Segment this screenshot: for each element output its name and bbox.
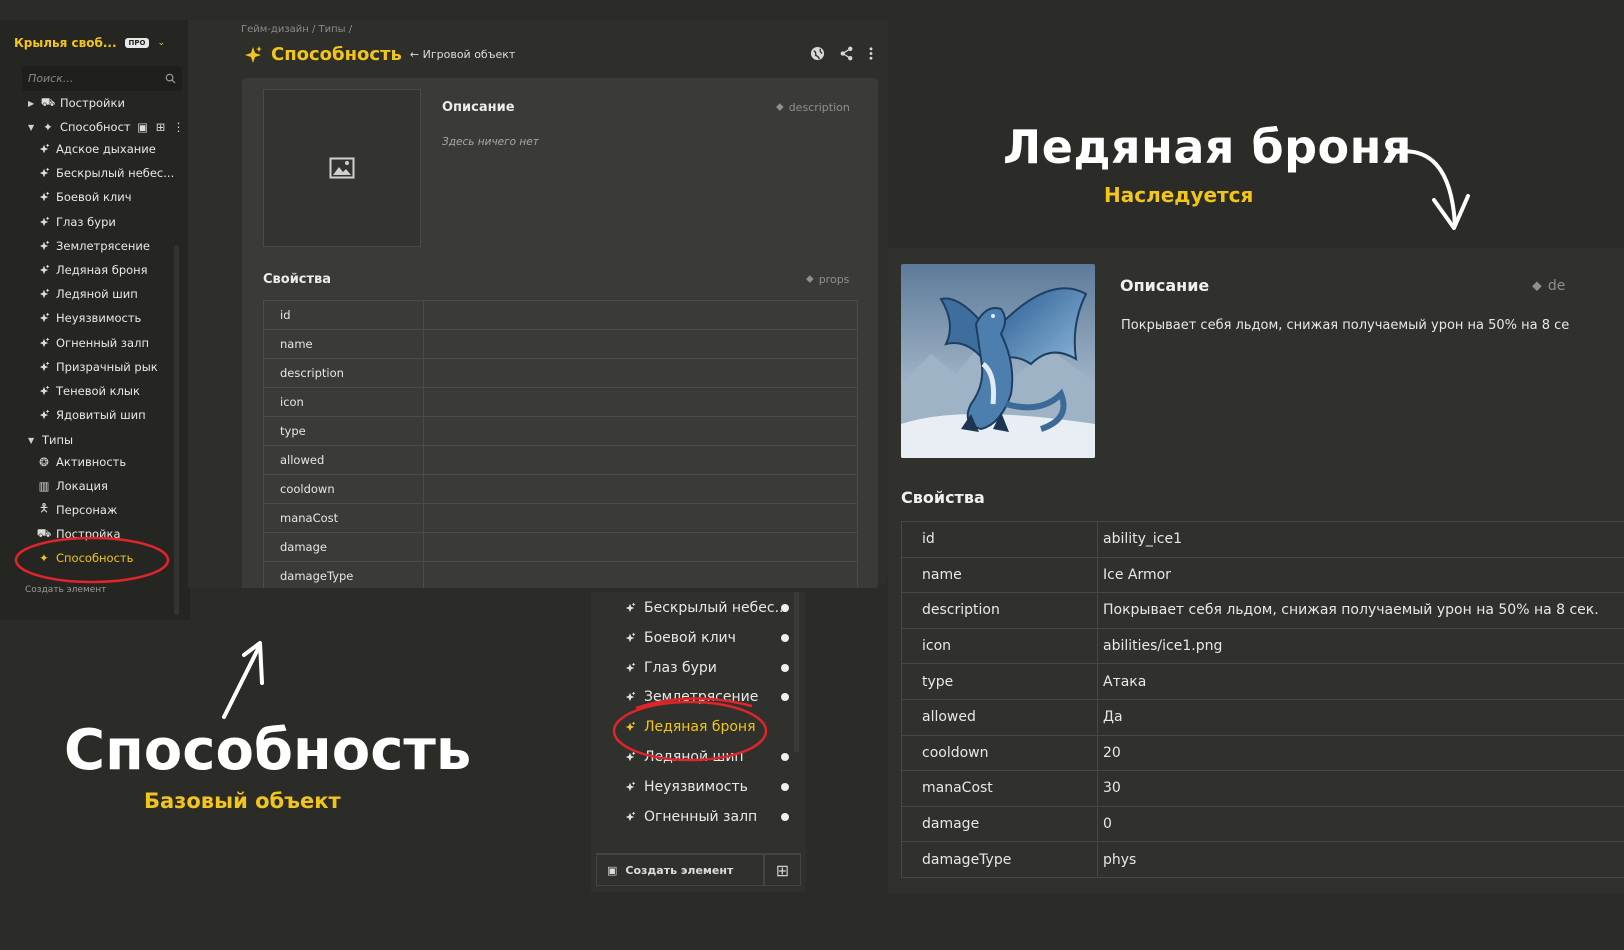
highlight-circle: [14, 536, 170, 584]
annotation-overlay: [14, 149, 1470, 762]
curved-arrow-icon: [1388, 149, 1470, 230]
highlight-circle: [612, 700, 768, 762]
up-arrow-icon: [222, 641, 264, 719]
